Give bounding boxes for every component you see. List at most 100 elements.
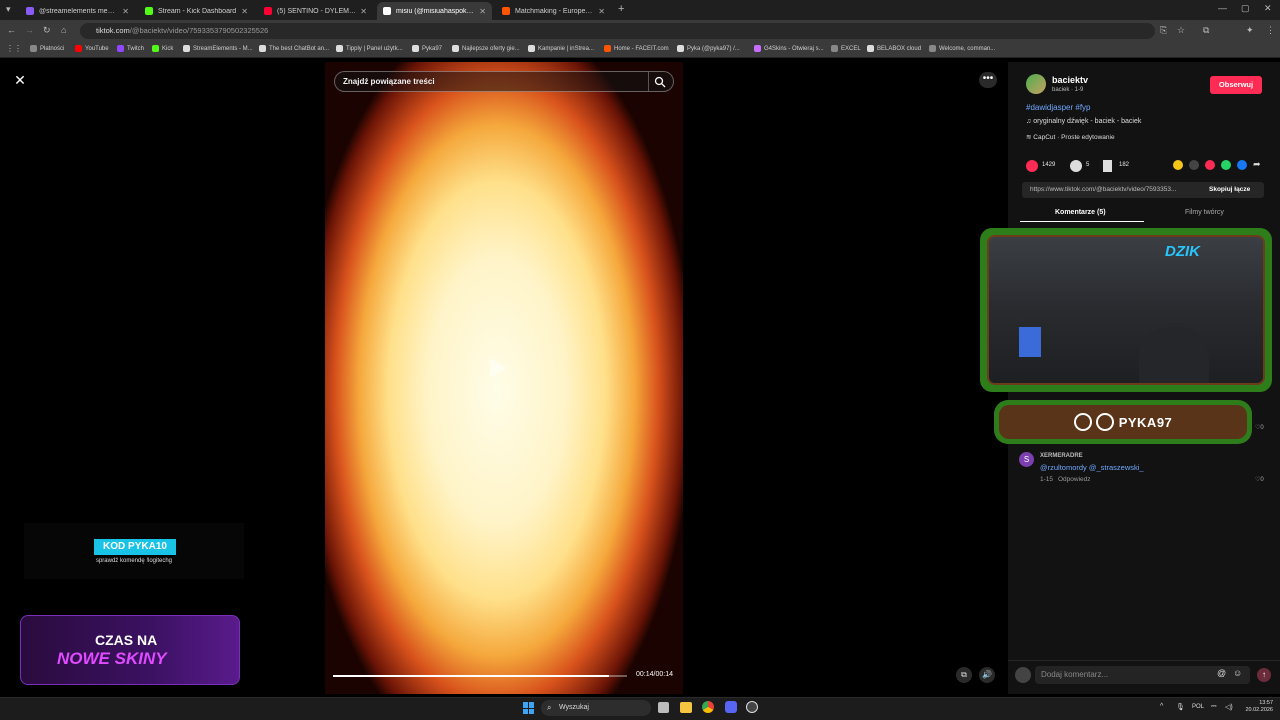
bookmark-item[interactable]: StreamElements - M... (183, 45, 253, 52)
browser-tab-4-active[interactable]: misiu (@misiuahaspoko) | T... ✕ (377, 2, 492, 20)
pip-icon[interactable]: ⧉ (956, 667, 972, 683)
bookmark-item[interactable]: The best ChatBot an... (259, 45, 329, 52)
forward-icon[interactable]: → (25, 25, 34, 35)
browser-tab-2[interactable]: Stream - Kick Dashboard ✕ (139, 2, 254, 20)
related-search-input[interactable]: Znajdź powiązane treści (334, 71, 674, 92)
home-icon[interactable]: ⌂ (61, 25, 66, 35)
comment-text[interactable]: @rzultomordy @_straszewski_ (1040, 463, 1144, 472)
bookmark-item[interactable]: Najlepsze oferty gie... (452, 45, 520, 52)
network-icon[interactable]: ⎓ (1211, 703, 1217, 711)
facebook-icon[interactable] (1237, 160, 1247, 170)
file-explorer-icon[interactable] (680, 702, 692, 713)
clock-time: 13:57 (1259, 700, 1273, 706)
taskbar-search[interactable]: Wyszukaj (541, 700, 651, 716)
reply-button[interactable]: Odpowiedz (1058, 476, 1091, 483)
social-handle: PYKA97 (1118, 414, 1173, 430)
prev-comment-like[interactable]: ♡0 (1255, 424, 1264, 431)
bookmark-item[interactable]: Kampanie | inStrea... (528, 45, 594, 52)
close-tab-icon[interactable]: ✕ (479, 7, 486, 16)
bookmark-label: Home - FACEIT.com (614, 45, 669, 52)
bookmark-label: StreamElements - M... (193, 45, 253, 52)
creator-name[interactable]: baciektv (1052, 75, 1088, 85)
discord-icon[interactable] (725, 701, 737, 713)
app-taskbar-icon[interactable] (746, 701, 758, 713)
send-comment-icon[interactable]: ↑ (1257, 668, 1271, 682)
install-icon[interactable]: ⎘ (1160, 25, 1167, 36)
comment-bubble-icon[interactable] (1070, 160, 1082, 172)
clock[interactable]: 13:57 20.02.2026 (1241, 700, 1273, 714)
puzzle-icon[interactable]: ✦ (1246, 25, 1254, 36)
bookmark-item[interactable]: G4Skins - Otwieraj s... (754, 45, 824, 52)
bookmark-item[interactable]: EXCEL (831, 45, 861, 52)
bookmark-star-icon[interactable]: ☆ (1177, 25, 1185, 36)
creator-avatar[interactable] (1026, 74, 1046, 94)
close-tab-icon[interactable]: ✕ (122, 7, 129, 16)
video-link-text[interactable]: https://www.tiktok.com/@baciektv/video/7… (1030, 186, 1200, 193)
hashtags-link[interactable]: #dawidjasper #fyp (1026, 103, 1090, 112)
copy-link-button[interactable]: Skopiuj łącze (1209, 186, 1250, 193)
video-player[interactable] (325, 62, 683, 694)
tab-title: Matchmaking - Europe 5v5 Q... (515, 7, 594, 15)
comment-like[interactable]: ♡0 (1255, 476, 1264, 483)
reload-icon[interactable]: ↻ (43, 25, 51, 36)
back-icon[interactable]: ← (7, 25, 16, 35)
embed-icon[interactable] (1189, 160, 1199, 170)
comment-author[interactable]: XERMERADRE (1040, 453, 1083, 459)
bookmark-item[interactable]: Home - FACEIT.com (604, 45, 669, 52)
follow-button[interactable]: Obserwuj (1210, 76, 1262, 94)
bookmark-item[interactable]: Płatności (30, 45, 64, 52)
play-icon[interactable] (490, 358, 506, 378)
tray-chevron-icon[interactable]: ^ (1160, 703, 1163, 710)
share-arrow-icon[interactable]: ➦ (1253, 159, 1261, 170)
tab-comments[interactable]: Komentarze (5) (1055, 209, 1106, 216)
bookmark-item[interactable]: BELABOX cloud (867, 45, 921, 52)
tab-search-icon[interactable]: ▾ (6, 4, 11, 15)
browser-tab-1[interactable]: @streamelements mentio... ✕ (20, 2, 135, 20)
menu-dots-icon[interactable]: ⋮ (1266, 25, 1275, 36)
maximize-icon[interactable]: ▢ (1241, 3, 1250, 14)
minimize-icon[interactable]: — (1218, 3, 1227, 13)
send-icon[interactable] (1205, 160, 1215, 170)
url-field[interactable]: tiktok.com/@baciektv/video/7593353790502… (80, 23, 1155, 39)
bookmark-item[interactable]: YouTube (75, 45, 109, 52)
commenter-avatar[interactable]: S (1019, 452, 1034, 467)
close-tab-icon[interactable]: ✕ (598, 7, 605, 16)
like-heart-icon[interactable] (1026, 160, 1038, 172)
more-options-icon[interactable]: ••• (979, 72, 997, 88)
volume-icon[interactable]: 🔊 (979, 667, 995, 683)
mic-icon[interactable]: 🎙 (1176, 703, 1185, 711)
bookmark-item[interactable]: Tipply | Panel użytk... (336, 45, 403, 52)
tab-title: (5) SENTINO - DYLEMAT (prod... (277, 7, 357, 15)
share-gold-icon[interactable] (1173, 160, 1183, 170)
apps-icon[interactable]: ⋮⋮ (6, 44, 22, 53)
bookmark-item[interactable]: Kick (152, 45, 173, 52)
extensions-icon[interactable]: ⧉ (1203, 25, 1209, 36)
browser-tab-5[interactable]: Matchmaking - Europe 5v5 Q... ✕ (496, 2, 611, 20)
sound-row[interactable]: ♫ oryginalny dźwięk - baciek - baciek (1026, 118, 1141, 125)
bookmark-item[interactable]: Pyka (@pyka97) /... (677, 45, 740, 52)
task-view-icon[interactable] (658, 702, 669, 713)
mention-icon[interactable]: @ (1217, 668, 1226, 678)
browser-tab-3[interactable]: (5) SENTINO - DYLEMAT (prod...✕ (258, 2, 373, 20)
speaker-icon[interactable]: ◁) (1225, 703, 1233, 711)
close-icon[interactable]: ✕ (12, 72, 28, 88)
bookmark-label: Tipply | Panel użytk... (346, 45, 403, 52)
tab-creator-videos[interactable]: Filmy twórcy (1185, 209, 1224, 216)
capcut-row[interactable]: ≋ CapCut · Proste edytowanie (1026, 133, 1115, 141)
language-indicator[interactable]: POL (1192, 704, 1204, 710)
bookmark-item[interactable]: Welcome, comman... (929, 45, 995, 52)
close-tab-icon[interactable]: ✕ (360, 7, 367, 16)
video-progress-bar[interactable] (333, 675, 627, 677)
new-tab-icon[interactable]: + (618, 3, 624, 15)
close-tab-icon[interactable]: ✕ (241, 7, 248, 16)
bookmark-item[interactable]: Pyka97 (412, 45, 442, 52)
bookmark-label: BELABOX cloud (877, 45, 922, 52)
windows-start-icon[interactable] (523, 702, 535, 714)
emoji-icon[interactable]: ☺ (1233, 668, 1242, 678)
chrome-taskbar-icon[interactable] (702, 701, 714, 713)
bookmark-icon[interactable] (1103, 160, 1112, 172)
bookmark-item[interactable]: Twitch (117, 45, 144, 52)
close-window-icon[interactable]: ✕ (1264, 3, 1272, 14)
whatsapp-icon[interactable] (1221, 160, 1231, 170)
search-icon[interactable] (654, 76, 666, 88)
